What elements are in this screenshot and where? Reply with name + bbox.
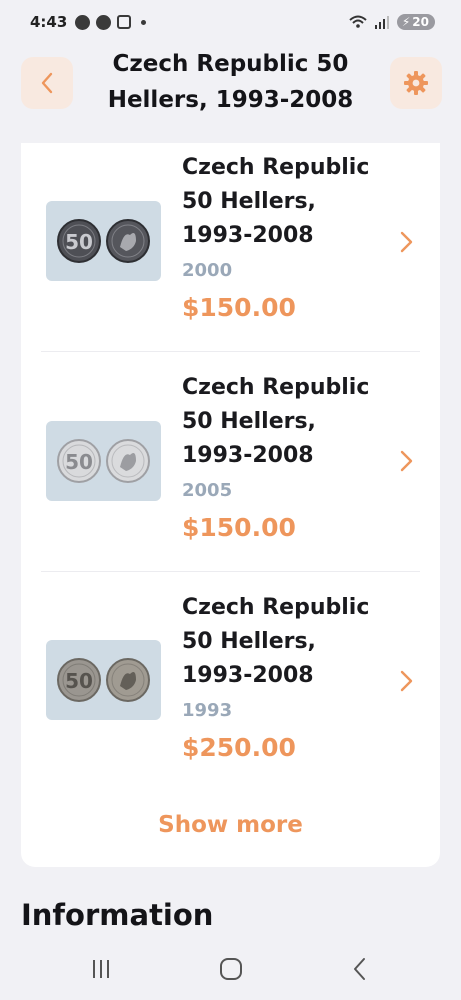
navigation-bar (0, 940, 461, 1000)
status-time: 4:43 (30, 13, 68, 31)
page-title: Czech Republic 50 Hellers, 1993-2008 (107, 51, 354, 113)
coin-list-item[interactable]: 50 Czech Republic 50 Hellers, 1993-2008 … (41, 143, 420, 363)
coin-year: 2005 (182, 480, 233, 501)
screenshot-icon (117, 15, 132, 29)
chevron-left-icon (41, 72, 53, 94)
coin-list-item[interactable]: 50 Czech Republic 50 Hellers, 1993-2008 … (41, 583, 420, 803)
coin-year: 2000 (182, 260, 233, 281)
coin-name: Czech Republic 50 Hellers, 1993-2008 (182, 375, 370, 468)
information-heading: Information (21, 898, 214, 932)
coin-price: $250.00 (182, 733, 296, 762)
status-right: ⚡ 20 (349, 14, 435, 30)
chevron-right-icon (400, 450, 413, 472)
home-icon[interactable] (216, 956, 246, 982)
recents-icon[interactable] (86, 956, 116, 982)
messenger-icon (75, 14, 91, 30)
coin-image-icon: 50 (57, 219, 150, 263)
status-bar: 4:43 ⚡ 20 (0, 0, 461, 44)
battery-icon: ⚡ 20 (396, 14, 435, 30)
coin-year: 1993 (182, 700, 233, 721)
coin-thumbnail: 50 (46, 201, 161, 281)
coin-name: Czech Republic 50 Hellers, 1993-2008 (182, 155, 370, 248)
svg-text:50: 50 (65, 230, 93, 254)
show-more-button[interactable]: Show more (21, 812, 440, 838)
divider (41, 351, 420, 352)
coin-price: $150.00 (182, 513, 296, 542)
back-icon[interactable] (345, 956, 375, 982)
status-left: 4:43 (30, 13, 147, 31)
messenger-icon (96, 14, 112, 30)
coin-name: Czech Republic 50 Hellers, 1993-2008 (182, 595, 370, 688)
notification-dot-icon (141, 19, 147, 25)
coin-thumbnail: 50 (46, 640, 161, 720)
header: Czech Republic 50 Hellers, 1993-2008 (0, 44, 461, 130)
divider (41, 571, 420, 572)
chevron-right-icon (400, 231, 413, 253)
back-button[interactable] (21, 57, 73, 109)
svg-text:50: 50 (65, 450, 93, 474)
wifi-icon (349, 15, 367, 28)
battery-level: 20 (412, 15, 429, 29)
gear-icon (404, 71, 428, 95)
battery-bolt-icon: ⚡ (401, 15, 411, 29)
svg-text:50: 50 (65, 669, 93, 693)
signal-icon (374, 16, 389, 29)
coin-image-icon: 50 (57, 658, 150, 702)
coin-image-icon: 50 (57, 439, 150, 483)
coin-price: $150.00 (182, 293, 296, 322)
coin-list-card: 50 Czech Republic 50 Hellers, 1993-2008 … (21, 143, 440, 867)
settings-button[interactable] (390, 57, 442, 109)
coin-thumbnail: 50 (46, 421, 161, 501)
coin-list-item[interactable]: 50 Czech Republic 50 Hellers, 1993-2008 … (41, 363, 420, 583)
chevron-right-icon (400, 670, 413, 692)
